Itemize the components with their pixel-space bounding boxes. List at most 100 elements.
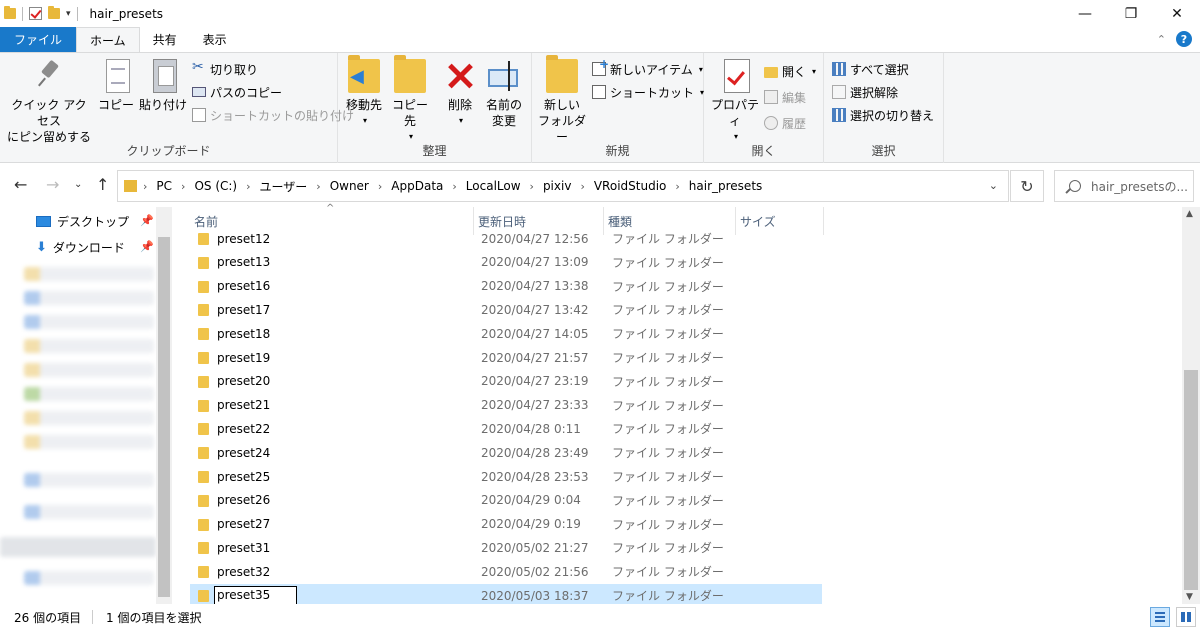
refresh-icon: ↻ bbox=[1020, 176, 1034, 196]
tab-view[interactable]: 表示 bbox=[190, 27, 240, 52]
blurred-sidebar-item[interactable] bbox=[24, 315, 154, 329]
file-row[interactable]: preset16 2020/04/27 13:38 ファイル フォルダー bbox=[190, 275, 822, 298]
tab-share[interactable]: 共有 bbox=[140, 27, 190, 52]
sidebar-scrollbar-thumb[interactable] bbox=[158, 237, 170, 597]
copy-button[interactable]: コピー bbox=[96, 59, 136, 113]
move-to-button[interactable]: 移動先 ▾ bbox=[342, 55, 386, 129]
blurred-sidebar-item[interactable] bbox=[24, 339, 154, 353]
breadcrumb-pixiv[interactable]: pixiv bbox=[543, 179, 572, 193]
new-folder-icon[interactable] bbox=[48, 6, 60, 19]
scroll-up-arrow-icon[interactable]: ▲ bbox=[1186, 209, 1193, 219]
history-button[interactable]: 履歴 bbox=[764, 113, 806, 133]
select-none-button[interactable]: 選択解除 bbox=[832, 82, 898, 102]
recent-locations-chevron-icon[interactable]: ⌄ bbox=[74, 179, 82, 190]
new-item-button[interactable]: 新しいアイテム ▾ bbox=[592, 57, 703, 79]
blurred-sidebar-item[interactable] bbox=[24, 387, 154, 401]
pin-quick-access-button[interactable]: クイック アクセス にピン留めする bbox=[6, 59, 92, 145]
breadcrumb-hair-presets[interactable]: hair_presets bbox=[689, 179, 763, 193]
cut-button[interactable]: 切り取り bbox=[192, 59, 258, 79]
chevron-right-icon[interactable]: › bbox=[143, 180, 147, 193]
invert-selection-button[interactable]: 選択の切り替え bbox=[832, 105, 934, 125]
file-row[interactable]: preset22 2020/04/28 0:11 ファイル フォルダー bbox=[190, 417, 822, 440]
blurred-sidebar-item[interactable] bbox=[24, 411, 154, 425]
details-view-button[interactable] bbox=[1150, 607, 1170, 627]
chevron-right-icon[interactable]: › bbox=[181, 180, 185, 193]
file-row[interactable]: preset19 2020/04/27 21:57 ファイル フォルダー bbox=[190, 346, 822, 369]
address-bar[interactable]: › PC › OS (C:) › ユーザー › Owner › AppData … bbox=[117, 170, 1009, 202]
file-row[interactable]: preset12 2020/04/27 12:56 ファイル フォルダー bbox=[190, 229, 822, 250]
copy-to-button[interactable]: コピー先 ▾ bbox=[388, 55, 432, 145]
collapse-ribbon-chevron-icon[interactable]: ⌃ bbox=[1157, 33, 1166, 46]
file-row[interactable]: preset26 2020/04/29 0:04 ファイル フォルダー bbox=[190, 489, 822, 512]
rename-button[interactable]: 名前の 変更 bbox=[482, 59, 526, 129]
tab-home[interactable]: ホーム bbox=[76, 27, 140, 52]
customize-toolbar-dropdown[interactable]: ▾ bbox=[66, 9, 71, 19]
breadcrumb-users[interactable]: ユーザー bbox=[260, 178, 308, 195]
paste-shortcut-button[interactable]: ショートカットの貼り付け bbox=[192, 105, 354, 125]
new-folder-label-line1: 新しい bbox=[543, 98, 580, 112]
breadcrumb-vroidstudio[interactable]: VRoidStudio bbox=[594, 179, 667, 193]
large-icons-view-button[interactable] bbox=[1176, 607, 1196, 627]
file-row[interactable]: preset35 2020/05/03 18:37 ファイル フォルダー bbox=[190, 584, 822, 604]
file-date: 2020/04/28 23:53 bbox=[481, 469, 589, 484]
file-row[interactable]: preset25 2020/04/28 23:53 ファイル フォルダー bbox=[190, 465, 822, 488]
file-row[interactable]: preset32 2020/05/02 21:56 ファイル フォルダー bbox=[190, 560, 822, 583]
address-history-chevron-icon[interactable]: ⌄ bbox=[989, 179, 998, 192]
blurred-sidebar-item[interactable] bbox=[24, 363, 154, 377]
file-row[interactable]: preset17 2020/04/27 13:42 ファイル フォルダー bbox=[190, 298, 822, 321]
breadcrumb-appdata[interactable]: AppData bbox=[391, 179, 443, 193]
maximize-button[interactable]: ❐ bbox=[1108, 0, 1154, 27]
sidebar-item-desktop[interactable]: デスクトップ bbox=[36, 210, 129, 232]
breadcrumb-pc[interactable]: PC bbox=[156, 179, 172, 193]
open-button[interactable]: 開く ▾ bbox=[764, 61, 816, 81]
scroll-down-arrow-icon[interactable]: ▼ bbox=[1186, 592, 1193, 602]
new-folder-button[interactable]: 新しい フォルダー bbox=[536, 55, 588, 145]
rename-input[interactable]: preset35 bbox=[214, 586, 297, 604]
blurred-sidebar-item[interactable] bbox=[24, 473, 154, 487]
edit-button[interactable]: 編集 bbox=[764, 87, 806, 107]
paste-button[interactable]: 貼り付け bbox=[138, 59, 188, 113]
chevron-right-icon[interactable]: › bbox=[580, 180, 584, 193]
chevron-right-icon[interactable]: › bbox=[316, 180, 320, 193]
blurred-sidebar-item[interactable] bbox=[0, 537, 156, 557]
close-button[interactable]: ✕ bbox=[1154, 0, 1200, 27]
refresh-button[interactable]: ↻ bbox=[1010, 170, 1044, 202]
chevron-right-icon[interactable]: › bbox=[530, 180, 534, 193]
sidebar-item-downloads[interactable]: ⬇ ダウンロード bbox=[36, 236, 125, 258]
delete-button[interactable]: 削除 ▾ bbox=[442, 59, 478, 129]
copy-path-button[interactable]: パスのコピー bbox=[192, 82, 282, 102]
properties-check-icon[interactable] bbox=[29, 7, 42, 20]
select-all-button[interactable]: すべて選択 bbox=[832, 59, 909, 79]
minimize-button[interactable]: — bbox=[1062, 0, 1108, 27]
breadcrumb-drive[interactable]: OS (C:) bbox=[194, 179, 237, 193]
file-row[interactable]: preset20 2020/04/27 23:19 ファイル フォルダー bbox=[190, 370, 822, 393]
forward-arrow-icon[interactable]: → bbox=[46, 175, 59, 194]
chevron-right-icon[interactable]: › bbox=[675, 180, 679, 193]
file-row[interactable]: preset24 2020/04/28 23:49 ファイル フォルダー bbox=[190, 441, 822, 464]
blurred-sidebar-item[interactable] bbox=[24, 291, 154, 305]
file-row[interactable]: preset31 2020/05/02 21:27 ファイル フォルダー bbox=[190, 536, 822, 559]
breadcrumb-locallow[interactable]: LocalLow bbox=[466, 179, 521, 193]
blurred-sidebar-item[interactable] bbox=[24, 571, 154, 585]
tab-file[interactable]: ファイル bbox=[0, 27, 77, 52]
chevron-right-icon[interactable]: › bbox=[452, 180, 456, 193]
chevron-right-icon[interactable]: › bbox=[378, 180, 382, 193]
up-arrow-icon[interactable]: ↑ bbox=[96, 175, 109, 194]
file-list-scrollbar-thumb[interactable] bbox=[1184, 370, 1198, 590]
help-icon[interactable]: ? bbox=[1176, 31, 1192, 47]
easy-access-button[interactable]: ショートカット ▾ bbox=[592, 82, 704, 102]
back-arrow-icon[interactable]: ← bbox=[14, 175, 27, 194]
file-row[interactable]: preset21 2020/04/27 23:33 ファイル フォルダー bbox=[190, 394, 822, 417]
blurred-sidebar-item[interactable] bbox=[24, 505, 154, 519]
file-row[interactable]: preset27 2020/04/29 0:19 ファイル フォルダー bbox=[190, 513, 822, 536]
select-all-icon bbox=[832, 62, 846, 76]
file-row[interactable]: preset18 2020/04/27 14:05 ファイル フォルダー bbox=[190, 322, 822, 345]
file-row[interactable]: preset13 2020/04/27 13:09 ファイル フォルダー bbox=[190, 251, 822, 274]
chevron-right-icon[interactable]: › bbox=[246, 180, 250, 193]
blurred-sidebar-item[interactable] bbox=[24, 267, 154, 281]
breadcrumb-owner[interactable]: Owner bbox=[330, 179, 369, 193]
blurred-sidebar-item[interactable] bbox=[24, 435, 154, 449]
properties-button[interactable]: プロパティ ▾ bbox=[708, 59, 762, 145]
file-date: 2020/04/27 14:05 bbox=[481, 326, 589, 341]
search-input[interactable]: hair_presetsの... bbox=[1054, 170, 1194, 202]
